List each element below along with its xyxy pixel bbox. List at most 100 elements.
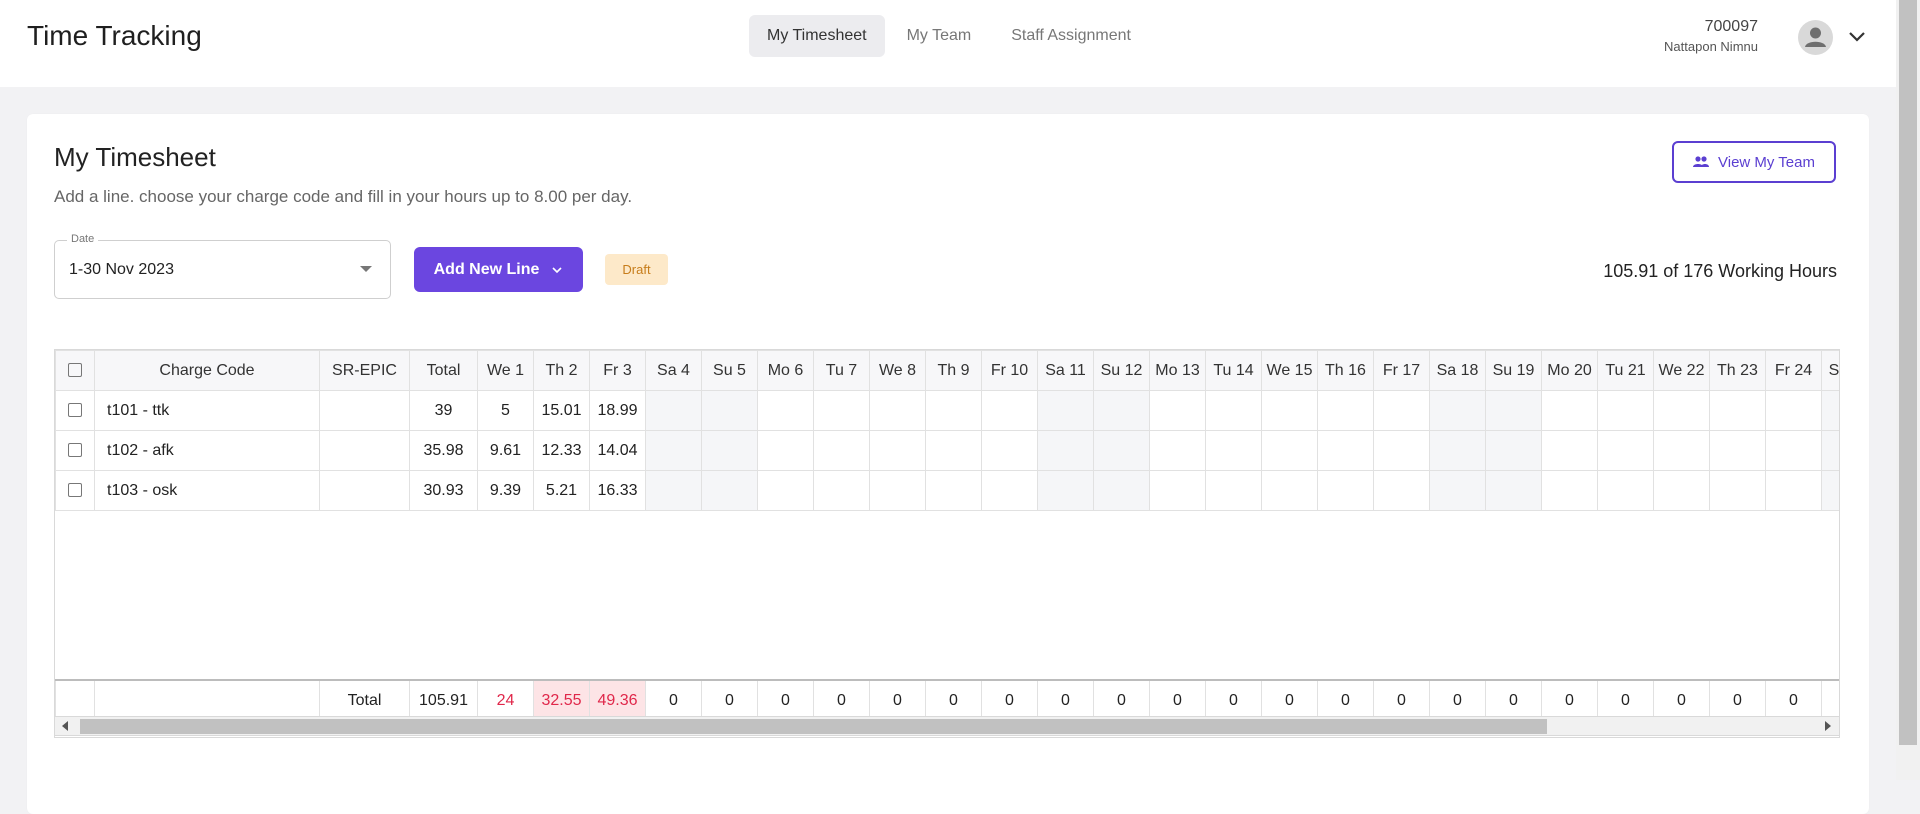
hours-cell[interactable] [869, 470, 926, 511]
hours-cell[interactable] [1597, 430, 1654, 471]
hours-cell[interactable] [1317, 390, 1374, 431]
hours-cell[interactable] [701, 470, 758, 511]
hours-cell[interactable] [1317, 470, 1374, 511]
hours-cell[interactable] [1429, 430, 1486, 471]
charge-code-cell[interactable]: t101 - ttk [94, 390, 320, 431]
hours-cell[interactable] [1093, 390, 1150, 431]
hours-cell[interactable] [1597, 470, 1654, 511]
sr-epic-cell[interactable] [319, 430, 410, 471]
hours-cell[interactable] [1205, 430, 1262, 471]
hours-cell[interactable] [1821, 470, 1839, 511]
hours-cell[interactable] [1205, 470, 1262, 511]
scroll-thumb[interactable] [1899, 0, 1917, 745]
sr-epic-cell[interactable] [319, 390, 410, 431]
hours-cell[interactable]: 18.99 [589, 390, 646, 431]
tab-my-timesheet[interactable]: My Timesheet [749, 15, 885, 57]
hours-cell[interactable] [1821, 430, 1839, 471]
hours-cell[interactable] [1653, 470, 1710, 511]
hours-cell[interactable] [1709, 470, 1766, 511]
hours-cell[interactable] [1429, 470, 1486, 511]
hours-cell[interactable] [1037, 470, 1094, 511]
hours-cell[interactable]: 16.33 [589, 470, 646, 511]
row-checkbox[interactable] [68, 403, 82, 418]
hours-cell[interactable] [1541, 390, 1598, 431]
add-new-line-button[interactable]: Add New Line [414, 247, 583, 292]
hours-cell[interactable] [757, 390, 814, 431]
hours-cell[interactable] [869, 390, 926, 431]
hours-cell[interactable]: 5 [477, 390, 534, 431]
hours-cell[interactable] [1373, 390, 1430, 431]
hours-cell[interactable] [1485, 470, 1542, 511]
hours-cell[interactable] [925, 430, 982, 471]
hours-cell[interactable] [1037, 430, 1094, 471]
avatar[interactable] [1798, 20, 1833, 55]
hours-cell[interactable] [925, 390, 982, 431]
date-select[interactable]: Date 1-30 Nov 2023 [54, 233, 391, 299]
hours-cell[interactable] [645, 470, 702, 511]
hours-cell[interactable] [1541, 430, 1598, 471]
hours-cell[interactable]: 5.21 [533, 470, 590, 511]
vertical-scrollbar[interactable] [1896, 0, 1920, 780]
hours-cell[interactable] [757, 430, 814, 471]
scroll-left-icon[interactable] [62, 721, 68, 731]
hours-cell[interactable] [1261, 390, 1318, 431]
col-sr-epic[interactable]: SR-EPIC [319, 350, 410, 391]
scroll-thumb[interactable] [80, 719, 1547, 734]
hours-cell[interactable] [757, 470, 814, 511]
hours-cell[interactable] [645, 430, 702, 471]
hours-cell[interactable] [1037, 390, 1094, 431]
hours-cell[interactable] [981, 470, 1038, 511]
hours-cell[interactable] [1317, 430, 1374, 471]
hours-cell[interactable] [813, 430, 870, 471]
hours-cell[interactable] [869, 430, 926, 471]
row-checkbox[interactable] [68, 483, 82, 498]
hours-cell[interactable] [1597, 390, 1654, 431]
sr-epic-cell[interactable] [319, 470, 410, 511]
hours-cell[interactable] [1373, 430, 1430, 471]
hours-cell[interactable] [981, 430, 1038, 471]
hours-cell[interactable]: 14.04 [589, 430, 646, 471]
hours-cell[interactable] [1653, 390, 1710, 431]
hours-cell[interactable] [981, 390, 1038, 431]
hours-cell[interactable] [1093, 430, 1150, 471]
hours-cell[interactable]: 12.33 [533, 430, 590, 471]
hours-cell[interactable] [1765, 430, 1822, 471]
col-charge-code[interactable]: Charge Code [94, 350, 320, 391]
hours-cell[interactable] [1653, 430, 1710, 471]
hours-cell[interactable] [1485, 430, 1542, 471]
hours-cell[interactable] [1821, 390, 1839, 431]
view-my-team-button[interactable]: View My Team [1672, 141, 1836, 183]
hours-cell[interactable] [1765, 390, 1822, 431]
row-checkbox[interactable] [68, 443, 82, 458]
hours-cell[interactable] [1205, 390, 1262, 431]
hours-cell[interactable] [1429, 390, 1486, 431]
hours-cell[interactable] [1709, 390, 1766, 431]
horizontal-scrollbar[interactable] [54, 716, 1840, 736]
hours-cell[interactable] [645, 390, 702, 431]
hours-cell[interactable] [813, 470, 870, 511]
hours-cell[interactable] [701, 430, 758, 471]
hours-cell[interactable]: 9.61 [477, 430, 534, 471]
hours-cell[interactable]: 15.01 [533, 390, 590, 431]
hours-cell[interactable] [1093, 470, 1150, 511]
hours-cell[interactable] [1709, 430, 1766, 471]
hours-cell[interactable] [925, 470, 982, 511]
hours-cell[interactable] [1149, 470, 1206, 511]
hours-cell[interactable] [1149, 390, 1206, 431]
hours-cell[interactable] [813, 390, 870, 431]
hours-cell[interactable] [1149, 430, 1206, 471]
chevron-down-icon[interactable] [1845, 24, 1869, 48]
hours-cell[interactable] [1485, 390, 1542, 431]
col-total[interactable]: Total [409, 350, 478, 391]
charge-code-cell[interactable]: t103 - osk [94, 470, 320, 511]
scroll-right-icon[interactable] [1825, 721, 1831, 731]
select-all-checkbox[interactable] [68, 363, 82, 378]
tab-my-team[interactable]: My Team [889, 15, 990, 57]
charge-code-cell[interactable]: t102 - afk [94, 430, 320, 471]
hours-cell[interactable] [1373, 470, 1430, 511]
hours-cell[interactable] [701, 390, 758, 431]
hours-cell[interactable] [1261, 470, 1318, 511]
tab-staff-assignment[interactable]: Staff Assignment [993, 15, 1149, 57]
hours-cell[interactable] [1261, 430, 1318, 471]
hours-cell[interactable]: 9.39 [477, 470, 534, 511]
